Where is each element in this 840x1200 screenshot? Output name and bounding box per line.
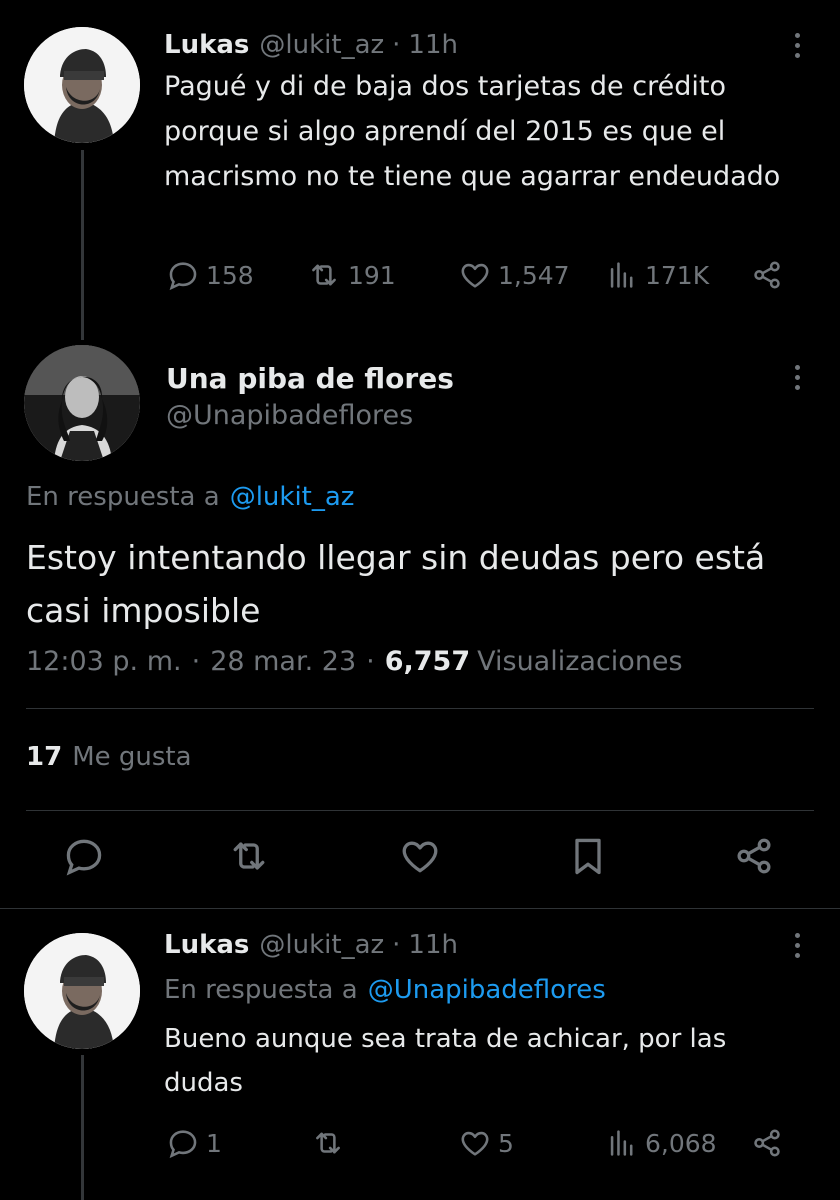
share-icon	[737, 838, 771, 874]
reply-button[interactable]	[62, 834, 112, 878]
likes-summary[interactable]: 17 Me gusta	[26, 742, 192, 772]
reply-icon	[66, 839, 102, 876]
reply-context-label: En respuesta a	[26, 482, 220, 512]
author-handle[interactable]: @lukit_az	[259, 930, 384, 960]
author-name[interactable]: Lukas	[164, 930, 249, 960]
share-button[interactable]	[750, 1126, 790, 1160]
retweet-count: 191	[348, 260, 396, 290]
reply-context-label: En respuesta a	[164, 975, 358, 1005]
views-count: 6,068	[645, 1128, 717, 1158]
thread-line	[81, 150, 84, 340]
like-button[interactable]: 5	[458, 1126, 514, 1160]
share-button[interactable]	[750, 258, 790, 292]
separator: ·	[191, 646, 201, 677]
like-count: 1,547	[498, 260, 570, 290]
like-button[interactable]: 1,547	[458, 258, 570, 292]
timestamp[interactable]: 11h	[408, 30, 458, 60]
share-icon	[754, 261, 780, 289]
heart-icon	[402, 841, 438, 873]
reply-to-link[interactable]: @Unapibadeflores	[368, 975, 606, 1005]
divider	[26, 810, 814, 811]
share-icon	[754, 1129, 780, 1157]
views-icon	[610, 262, 633, 288]
divider	[0, 908, 840, 909]
author-handle[interactable]: @Unapibadeflores	[166, 400, 413, 431]
share-button[interactable]	[732, 834, 782, 878]
reply-button[interactable]: 1	[166, 1126, 222, 1160]
reply-icon	[169, 262, 197, 291]
separator: ·	[392, 930, 401, 960]
thread-line	[81, 1055, 84, 1200]
retweet-icon	[233, 842, 265, 870]
like-count: 5	[498, 1128, 514, 1158]
views-label: Visualizaciones	[477, 646, 683, 677]
views-count: 6,757	[384, 646, 471, 677]
bookmark-button[interactable]	[566, 834, 616, 878]
views-button[interactable]: 6,068	[605, 1126, 717, 1160]
tweet-date[interactable]: 28 mar. 23	[210, 646, 356, 677]
author-name[interactable]: Lukas	[164, 30, 249, 60]
retweet-button[interactable]	[310, 1126, 352, 1160]
likes-label: Me gusta	[72, 742, 192, 772]
reply-count: 158	[206, 260, 254, 290]
divider	[26, 708, 814, 709]
avatar-lukas[interactable]	[24, 933, 140, 1049]
views-button[interactable]: 171K	[605, 258, 709, 292]
avatar-lukas[interactable]	[24, 27, 140, 143]
more-icon[interactable]	[782, 357, 812, 397]
avatar-unapibadeflores[interactable]	[24, 345, 140, 461]
reply-count: 1	[206, 1128, 222, 1158]
tweet-time[interactable]: 12:03 p. m.	[26, 646, 182, 677]
timestamp[interactable]: 11h	[408, 930, 458, 960]
retweet-button[interactable]	[226, 834, 278, 878]
retweet-icon	[312, 264, 336, 286]
separator: ·	[392, 30, 401, 60]
views-icon	[610, 1130, 633, 1156]
bookmark-icon	[575, 838, 601, 875]
reply-icon	[169, 1130, 197, 1159]
views-count: 171K	[645, 260, 710, 290]
heart-icon	[461, 263, 489, 288]
tweet-text: Estoy intentando llegar sin deudas pero …	[26, 538, 766, 630]
heart-icon	[461, 1131, 489, 1156]
like-button[interactable]	[398, 834, 448, 878]
tweet-text: Pagué y di de baja dos tarjetas de crédi…	[164, 71, 781, 192]
reply-button[interactable]: 158	[166, 258, 254, 292]
retweet-button[interactable]: 191	[306, 258, 396, 292]
author-handle[interactable]: @lukit_az	[259, 30, 384, 60]
more-icon[interactable]	[782, 925, 812, 965]
separator: ·	[366, 646, 375, 677]
more-icon[interactable]	[782, 25, 812, 65]
reply-to-link[interactable]: @lukit_az	[230, 482, 355, 512]
tweet-text: Bueno aunque sea trata de achicar, por l…	[164, 1024, 727, 1098]
retweet-icon	[316, 1132, 340, 1154]
author-name[interactable]: Una piba de flores	[166, 362, 454, 395]
likes-count: 17	[26, 742, 63, 772]
